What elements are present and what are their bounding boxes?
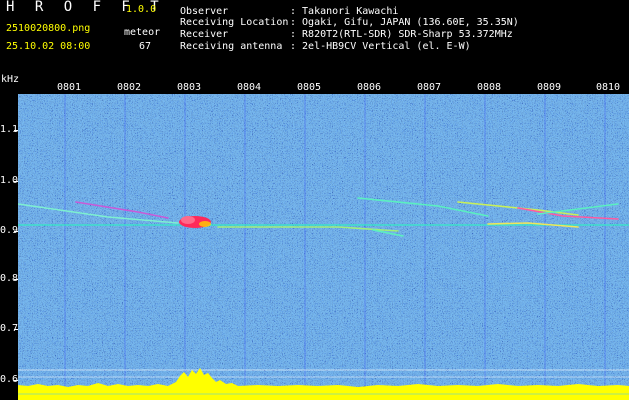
x-tick-label: 0805 [297,82,322,93]
x-tick-label: 0801 [57,82,82,93]
x-tick-label: 0802 [117,82,142,93]
x-tick-label: 0808 [477,82,502,93]
info-label-receiver: Receiver [180,29,229,40]
counter-value: 67 [139,41,152,52]
x-tick-label: 0810 [596,82,621,93]
info-label-antenna: Receiving antenna [180,41,283,52]
file-datetime: 25.10.02 08:00 [6,41,91,52]
x-tick-label: 0806 [357,82,382,93]
info-value-receiver: : R820T2(RTL-SDR) SDR-Sharp 53.372MHz [290,29,513,40]
x-tick-label: 0803 [177,82,202,93]
spectrogram-plot [18,94,629,400]
hroft-window: H R O F F T 1.0.0 2510020800.png 25.10.0… [0,0,629,400]
x-tick-label: 0809 [537,82,562,93]
y-axis-unit: kHz [1,74,20,85]
info-label-location: Receiving Location [180,17,289,28]
app-version: 1.0.0 [126,4,157,15]
speckle-layer [18,94,629,400]
file-name: 2510020800.png [6,23,91,34]
info-value-antenna: : 2el-HB9CV Vertical (el. E-W) [290,41,471,52]
info-value-location: : Ogaki, Gifu, JAPAN (136.60E, 35.35N) [290,17,519,28]
meteor-burst [179,216,211,228]
x-tick-label: 0807 [417,82,442,93]
x-tick-label: 0804 [237,82,262,93]
counter-label: meteor [124,27,161,38]
